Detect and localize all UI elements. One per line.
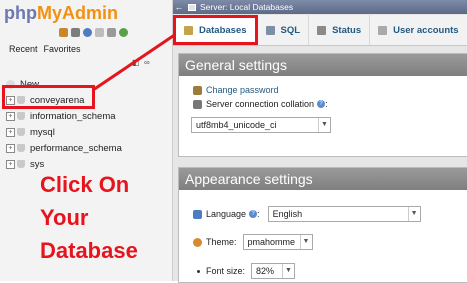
exit-icon[interactable] <box>71 28 80 37</box>
tab-status[interactable]: Status <box>309 15 371 45</box>
tab-user-accounts[interactable]: User accounts <box>370 15 467 45</box>
collation-select[interactable]: utf8mb4_unicode_ci ▼ <box>191 117 331 133</box>
annotation-line-1: Click On <box>40 172 130 197</box>
general-settings-panel: General settings Change password Server … <box>178 53 467 157</box>
back-arrow-icon[interactable]: ← <box>173 2 185 12</box>
annotation-line-3: Database <box>40 238 138 263</box>
help-icon[interactable]: ? <box>317 100 326 108</box>
tab-label: Databases <box>199 24 247 36</box>
recent-tab[interactable]: Recent <box>9 44 38 54</box>
database-icon <box>17 128 25 136</box>
expand-icon[interactable]: + <box>6 127 15 137</box>
tree-item-performance-schema[interactable]: + performance_schema <box>6 142 122 154</box>
logo-my: My <box>37 3 63 23</box>
tree-item-sys[interactable]: + sys <box>6 158 44 170</box>
collapse-all-icon[interactable]: ◧ <box>132 58 140 67</box>
language-value: English <box>272 209 303 219</box>
colon: : <box>325 99 328 109</box>
highlight-box <box>2 85 95 109</box>
database-icon <box>17 160 25 168</box>
docs-icon[interactable] <box>95 28 104 37</box>
font-size-row: Font size: 82% ▼ <box>197 263 296 279</box>
logo-admin: Admin <box>62 3 119 23</box>
appearance-settings-title: Appearance settings <box>179 168 467 190</box>
change-password-row: Change password <box>193 85 279 95</box>
language-row: Language ? : English ▼ <box>193 206 421 222</box>
status-icon <box>317 25 327 35</box>
theme-value: pmahomme <box>247 237 296 247</box>
expand-icon[interactable]: + <box>6 143 15 153</box>
tree-item-mysql[interactable]: + mysql <box>6 126 55 138</box>
font-size-select[interactable]: 82% ▼ <box>251 263 296 279</box>
bullet-icon <box>197 269 200 273</box>
server-icon <box>188 3 196 11</box>
sql-icon <box>265 25 275 35</box>
favorites-tab[interactable]: Favorites <box>44 44 81 54</box>
expand-icon[interactable]: + <box>6 159 15 169</box>
phpmyadmin-logo[interactable]: phpMyAdmin <box>4 3 118 24</box>
chevron-down-icon: ▼ <box>318 118 330 132</box>
user-accounts-icon <box>378 25 388 35</box>
general-settings-title: General settings <box>179 54 467 76</box>
tree-item-label: information_schema <box>30 110 116 122</box>
chevron-down-icon: ▼ <box>407 207 420 221</box>
tree-item-label: performance_schema <box>30 142 122 154</box>
tree-item-label: mysql <box>30 126 55 138</box>
theme-label: Theme: <box>206 237 237 247</box>
settings-icon[interactable] <box>107 28 116 37</box>
theme-select[interactable]: pmahomme ▼ <box>242 234 313 250</box>
reload-icon[interactable] <box>119 28 128 37</box>
database-icon <box>17 144 25 152</box>
chevron-down-icon: ▼ <box>282 264 294 278</box>
tab-databases[interactable]: Databases <box>173 15 258 45</box>
collation-value: utf8mb4_unicode_ci <box>196 120 277 130</box>
recent-favorites: Recent Favorites <box>9 44 87 54</box>
server-title[interactable]: Server: Local Databases <box>200 2 293 12</box>
tab-sql[interactable]: SQL <box>258 15 310 45</box>
database-icon <box>17 112 25 120</box>
key-icon <box>193 85 202 95</box>
appearance-settings-panel: Appearance settings Language ? : English… <box>178 167 467 283</box>
collation-select-row: utf8mb4_unicode_ci ▼ <box>191 117 331 133</box>
language-label: Language <box>206 209 247 219</box>
tab-label: SQL <box>280 24 301 36</box>
font-size-value: 82% <box>256 266 275 276</box>
collation-label: Server connection collation <box>206 99 315 109</box>
logo-php: php <box>4 3 37 23</box>
change-password-link[interactable]: Change password <box>206 85 279 95</box>
chevron-down-icon: ▼ <box>299 235 312 249</box>
annotation-line-2: Your <box>40 205 89 230</box>
expand-icon[interactable]: + <box>6 111 15 121</box>
collation-icon <box>193 99 202 109</box>
font-size-label: Font size: <box>206 266 246 276</box>
top-tabs: Databases SQL Status User accounts <box>173 15 467 46</box>
language-icon <box>193 209 202 219</box>
databases-icon <box>184 25 193 35</box>
annotation-text: Click On Your Database <box>40 168 138 267</box>
language-select[interactable]: English ▼ <box>267 206 421 222</box>
link-with-main-icon[interactable]: ∞ <box>144 58 150 67</box>
theme-row: Theme: pmahomme ▼ <box>193 234 313 250</box>
server-breadcrumb: ← Server: Local Databases <box>173 0 467 14</box>
main-panel: ← Server: Local Databases Databases SQL … <box>173 0 467 283</box>
help-icon[interactable] <box>83 28 92 37</box>
quick-links <box>59 28 128 38</box>
tree-item-information-schema[interactable]: + information_schema <box>6 110 116 122</box>
home-icon[interactable] <box>59 28 68 37</box>
tab-label: Status <box>332 24 362 36</box>
collation-row: Server connection collation ? : <box>193 99 328 109</box>
colon: : <box>257 209 260 219</box>
tab-label: User accounts <box>393 24 459 36</box>
help-icon[interactable]: ? <box>249 210 258 218</box>
theme-icon <box>193 237 202 247</box>
navigation-sidebar: phpMyAdmin Recent Favorites ◧ ∞ New + con… <box>0 0 173 281</box>
